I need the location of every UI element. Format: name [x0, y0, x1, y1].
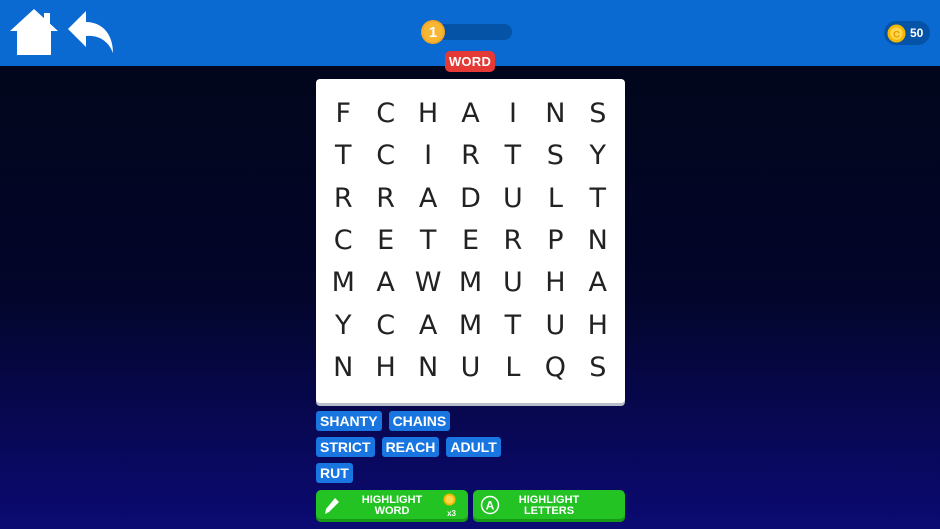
grid-cell[interactable]: H — [577, 304, 619, 346]
grid-cell[interactable]: U — [534, 304, 576, 346]
target-word: STRICT — [316, 437, 375, 457]
grid-cell[interactable]: N — [322, 347, 364, 389]
grid-cell[interactable]: T — [492, 304, 534, 346]
level-label-badge: WORD — [445, 51, 495, 72]
word-row: STRICT REACH ADULT — [316, 437, 625, 457]
grid-cell[interactable]: T — [492, 134, 534, 176]
grid-cell[interactable]: N — [407, 347, 449, 389]
grid-cell[interactable]: L — [534, 177, 576, 219]
grid-cell[interactable]: D — [449, 177, 491, 219]
grid-cell[interactable]: Q — [534, 347, 576, 389]
grid-cell[interactable]: R — [449, 134, 491, 176]
grid-cell[interactable]: H — [364, 347, 406, 389]
grid-cell[interactable]: F — [322, 92, 364, 134]
target-word: CHAINS — [388, 411, 451, 431]
word-row: RUT — [316, 463, 625, 483]
coin-icon — [443, 493, 456, 506]
grid-cell[interactable]: U — [492, 177, 534, 219]
grid-cell[interactable]: C — [364, 92, 406, 134]
grid-cell[interactable]: E — [449, 219, 491, 261]
word-row: SHANTY CHAINS — [316, 411, 625, 431]
grid-cell[interactable]: H — [407, 92, 449, 134]
back-button[interactable] — [66, 9, 116, 55]
grid-cell[interactable]: R — [492, 219, 534, 261]
coin-count: 50 — [910, 26, 924, 40]
level-progress: 1 — [420, 19, 512, 45]
grid-cell[interactable]: U — [449, 347, 491, 389]
grid-cell[interactable]: T — [577, 177, 619, 219]
home-button[interactable] — [8, 7, 60, 57]
grid-cell[interactable]: L — [492, 347, 534, 389]
grid-cell[interactable]: A — [407, 177, 449, 219]
svg-text:C: C — [893, 29, 900, 40]
highlight-word-label: HIGHLIGHT WORD — [356, 495, 428, 517]
grid-cell[interactable]: T — [407, 219, 449, 261]
highlight-word-button[interactable]: HIGHLIGHT WORD x3 — [316, 490, 468, 522]
target-word: REACH — [381, 437, 440, 457]
grid-cell[interactable]: W — [407, 262, 449, 304]
letter-grid: FCHAINSTCIRTSYRRADULTCETERPNMAWMUHAYCAMT… — [322, 92, 619, 389]
grid-cell[interactable]: P — [534, 219, 576, 261]
grid-cell[interactable]: T — [322, 134, 364, 176]
pencil-icon — [325, 498, 339, 514]
grid-cell[interactable]: M — [449, 262, 491, 304]
level-badge: 1 — [420, 19, 446, 45]
grid-cell[interactable]: M — [322, 262, 364, 304]
grid-cell[interactable]: C — [364, 134, 406, 176]
grid-cell[interactable]: N — [534, 92, 576, 134]
highlight-letters-line2: LETTERS — [523, 505, 575, 517]
grid-cell[interactable]: S — [534, 134, 576, 176]
target-word: ADULT — [446, 437, 501, 457]
grid-cell[interactable]: M — [449, 304, 491, 346]
target-word: SHANTY — [316, 411, 382, 431]
grid-cell[interactable]: R — [322, 177, 364, 219]
target-word: RUT — [316, 463, 353, 483]
powerup-bar: HIGHLIGHT WORD x3 A HIGHLIGHT LETTERS — [316, 490, 625, 522]
level-progress-track — [436, 24, 512, 40]
home-icon — [10, 9, 58, 55]
undo-arrow-icon — [68, 11, 113, 53]
coin-icon: C — [887, 23, 906, 43]
highlight-word-line2: WORD — [374, 505, 410, 517]
grid-cell[interactable]: S — [577, 347, 619, 389]
highlight-letters-button[interactable]: A HIGHLIGHT LETTERS — [473, 490, 625, 522]
grid-cell[interactable]: A — [407, 304, 449, 346]
grid-cell[interactable]: Y — [577, 134, 619, 176]
level-number: 1 — [428, 23, 438, 41]
grid-cell[interactable]: C — [364, 304, 406, 346]
grid-cell[interactable]: I — [407, 134, 449, 176]
grid-cell[interactable]: U — [492, 262, 534, 304]
letter-a-icon: A — [480, 495, 500, 515]
coin-balance: C 50 — [884, 21, 930, 45]
grid-cell[interactable]: N — [577, 219, 619, 261]
grid-cell[interactable]: R — [364, 177, 406, 219]
grid-cell[interactable]: Y — [322, 304, 364, 346]
grid-cell[interactable]: A — [364, 262, 406, 304]
word-list: SHANTY CHAINS STRICT REACH ADULT RUT — [316, 411, 625, 489]
grid-cell[interactable]: S — [577, 92, 619, 134]
highlight-letters-label: HIGHLIGHT LETTERS — [513, 495, 585, 517]
grid-cell[interactable]: H — [534, 262, 576, 304]
grid-cell[interactable]: A — [577, 262, 619, 304]
grid-cell[interactable]: I — [492, 92, 534, 134]
grid-cell[interactable]: C — [322, 219, 364, 261]
grid-cell[interactable]: A — [449, 92, 491, 134]
cost-multiplier: x3 — [447, 509, 456, 518]
svg-text:A: A — [486, 499, 495, 513]
letter-board: FCHAINSTCIRTSYRRADULTCETERPNMAWMUHAYCAMT… — [316, 79, 625, 403]
grid-cell[interactable]: E — [364, 219, 406, 261]
